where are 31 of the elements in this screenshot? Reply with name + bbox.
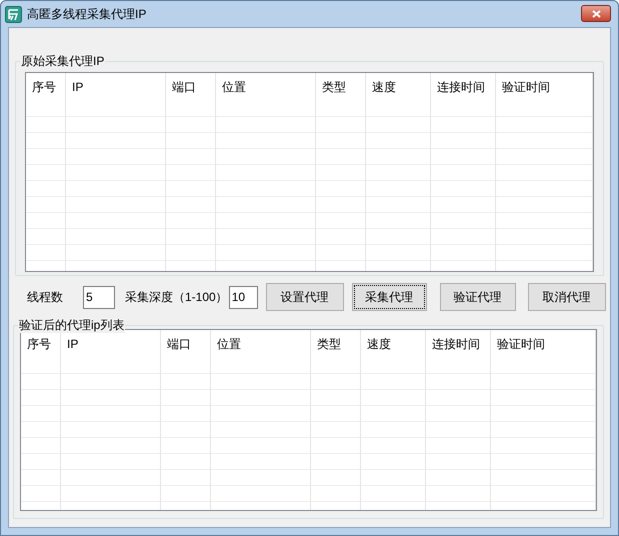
close-icon [592,10,600,18]
column-header[interactable]: 序号 [26,73,65,101]
column-header[interactable]: 类型 [316,73,365,101]
action-button[interactable]: 采集代理 [352,283,427,311]
field-label: 采集深度（1-100） [125,289,228,306]
group-title: 原始采集代理IP [20,53,106,69]
column-header[interactable]: 速度 [361,330,425,358]
column-header[interactable]: IP [61,330,160,358]
window-title: 高匿多线程采集代理IP [27,6,146,23]
column-header[interactable]: 位置 [216,73,315,101]
input-field[interactable]: 10 [228,286,258,308]
field-label: 线程数 [27,289,64,306]
list-view[interactable]: 序号 IP 端口 位置 类型 速度 连接时间 验证时间 [25,72,594,272]
column-header[interactable]: 位置 [211,330,310,358]
group-title: 验证后的代理ip列表 [18,317,126,333]
app-icon [5,6,22,22]
input-field[interactable]: 5 [83,286,115,308]
column-header[interactable]: 验证时间 [491,330,595,358]
column-header[interactable]: 序号 [21,330,60,358]
column-header[interactable]: 类型 [311,330,360,358]
column-header[interactable]: 连接时间 [426,330,490,358]
column-header[interactable]: 连接时间 [431,73,495,101]
column-header[interactable]: 端口 [161,330,210,358]
action-button[interactable]: 设置代理 [266,283,344,311]
action-button[interactable]: 取消代理 [528,283,606,311]
action-button[interactable]: 验证代理 [440,283,516,311]
close-button[interactable] [581,5,611,22]
column-header[interactable]: IP [66,73,165,101]
column-header[interactable]: 端口 [166,73,215,101]
column-header[interactable]: 速度 [366,73,430,101]
column-header[interactable]: 验证时间 [496,73,592,101]
